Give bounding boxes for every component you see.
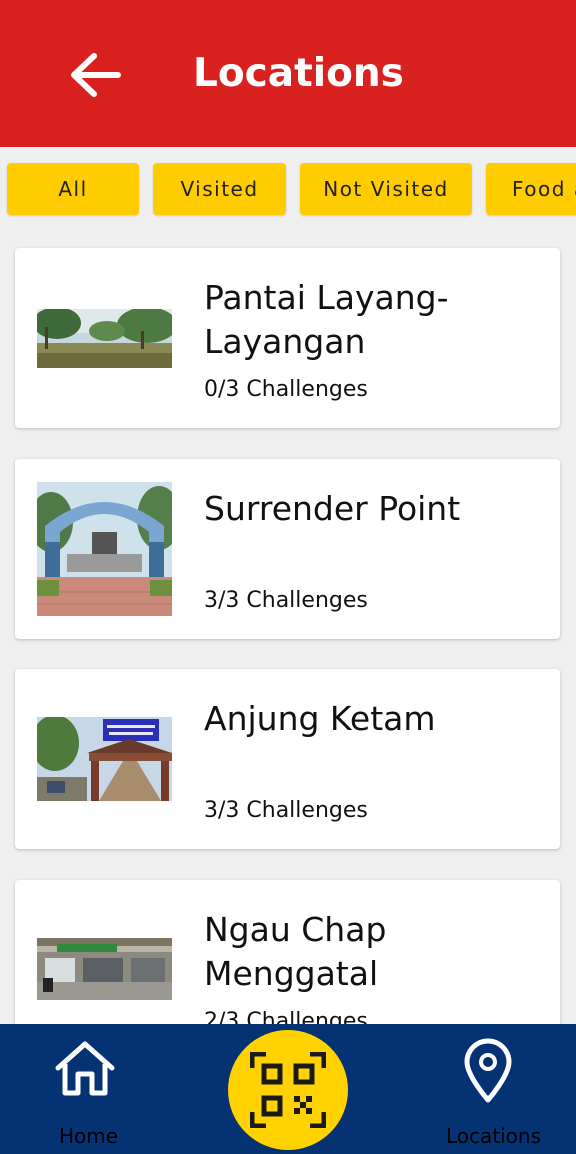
map-pin-icon — [464, 1038, 512, 1103]
location-card[interactable]: Pantai Layang-Layangan 0/3 Challenges — [15, 248, 560, 428]
filter-chip-all[interactable]: All — [7, 163, 139, 215]
location-name: Surrender Point — [204, 489, 461, 528]
app-bar: Locations — [0, 0, 576, 147]
location-thumbnail — [37, 309, 172, 368]
nav-home[interactable]: Home — [40, 1024, 130, 1154]
location-card[interactable]: Ngau Chap Menggatal 2/3 Challenges — [15, 880, 560, 1024]
filter-chip-not-visited[interactable]: Not Visited — [300, 163, 472, 215]
scan-qr-button[interactable] — [228, 1030, 348, 1150]
location-thumbnail — [37, 938, 172, 1000]
qr-code-icon — [250, 1052, 326, 1128]
filter-chip-visited[interactable]: Visited — [153, 163, 286, 215]
location-list: Pantai Layang-Layangan 0/3 Challenges Su… — [0, 233, 576, 1024]
nav-locations[interactable]: Locations — [436, 1024, 546, 1154]
location-name: Ngau Chap Menggatal — [204, 910, 387, 993]
nav-home-label: Home — [59, 1124, 119, 1148]
page-title: Locations — [193, 51, 404, 96]
back-button[interactable] — [66, 48, 126, 102]
filter-bar: All Visited Not Visited Food a — [0, 147, 576, 233]
challenge-count: 2/3 Challenges — [204, 1009, 368, 1024]
nav-locations-label: Locations — [446, 1124, 542, 1148]
location-name: Pantai Layang-Layangan — [204, 278, 449, 361]
challenge-count: 3/3 Challenges — [204, 798, 368, 823]
challenge-count: 3/3 Challenges — [204, 588, 368, 613]
location-card[interactable]: Surrender Point 3/3 Challenges — [15, 459, 560, 639]
filter-chip-food[interactable]: Food a — [486, 163, 576, 215]
home-icon — [55, 1041, 115, 1096]
location-card[interactable]: Anjung Ketam 3/3 Challenges — [15, 669, 560, 849]
challenge-count: 0/3 Challenges — [204, 377, 368, 402]
location-thumbnail — [37, 482, 172, 616]
arrow-left-icon — [71, 53, 121, 97]
location-name: Anjung Ketam — [204, 699, 436, 738]
location-thumbnail — [37, 717, 172, 801]
